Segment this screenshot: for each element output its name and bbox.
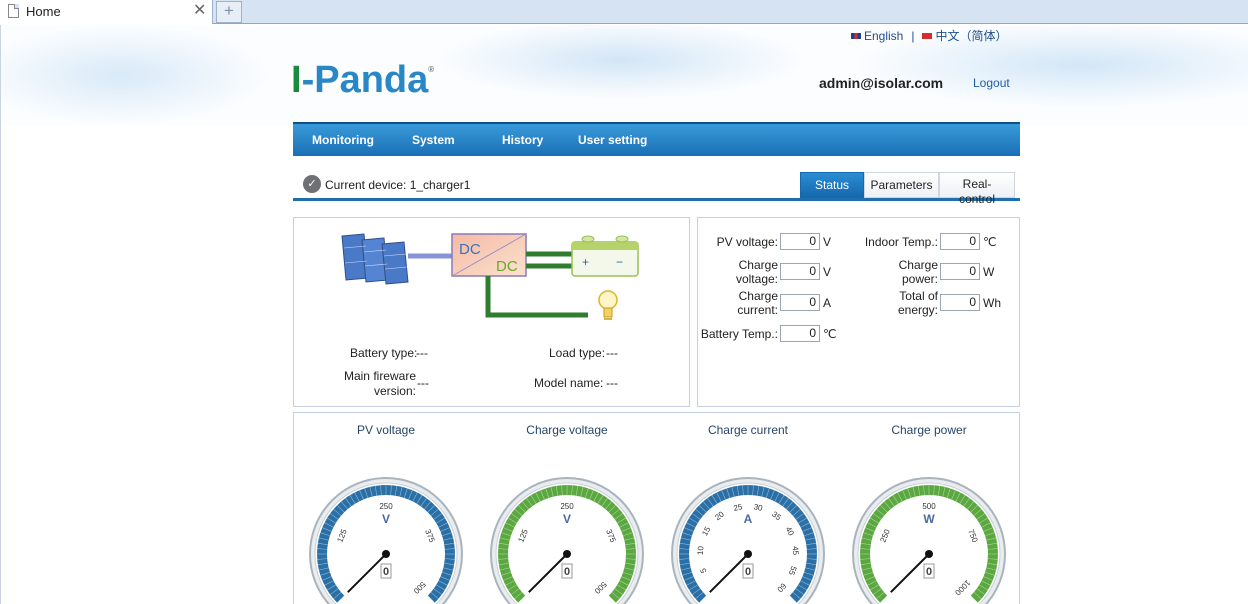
username: admin@isolar.com [819, 75, 944, 91]
pv-voltage-label: PV voltage: [716, 235, 778, 249]
light-bulb-icon [598, 290, 618, 320]
firmware-value: --- [417, 376, 429, 390]
gauge-unit: A [744, 512, 753, 526]
gauge-value: 0 [926, 566, 932, 578]
gauge-tick-label: 10 [696, 545, 706, 555]
charge-current-label: Charge current: [737, 289, 778, 317]
main-nav: Monitoring System History User setting [293, 122, 1020, 156]
charge-power-label: Charge power: [898, 258, 938, 286]
gauge-tick-label: 45 [791, 546, 801, 556]
page-icon [8, 4, 19, 18]
battery-type-label: Battery type: [350, 346, 418, 360]
charge-voltage-field: 0 [780, 263, 820, 280]
battery-temp-label: Battery Temp.: [700, 327, 778, 341]
language-switcher: English | 中文（简体） [851, 27, 1008, 44]
uk-flag-icon [851, 33, 861, 39]
ipanda-logo: I-Panda® [291, 59, 435, 101]
charge-voltage-unit: V [823, 265, 832, 279]
gauges: 125250375500V0125250375500V0 510152025 303… [309, 477, 1006, 604]
nav-history[interactable]: History [502, 133, 543, 147]
solar-panel-icon [341, 233, 409, 285]
gauge-charge-voltage: 125250375500V0 [490, 477, 644, 604]
pv-voltage-field: 0 [780, 233, 820, 250]
charge-current-unit: A [823, 296, 832, 310]
gauge-pv-voltage: 125250375500V0 [309, 477, 463, 604]
browser-tab-bar: Home ✕ + [0, 0, 1248, 24]
svg-text:DC: DC [496, 258, 518, 275]
device-bar: ✓ Current device: 1_charger1 Status Para… [293, 168, 1020, 206]
gauge-needle-hub [744, 550, 752, 558]
charge-voltage-label: Charge voltage: [735, 258, 778, 286]
total-energy-label: Total of energy: [897, 289, 938, 317]
gauge-needle-hub [925, 550, 933, 558]
new-tab-button[interactable]: + [216, 1, 242, 23]
system-flow-diagram: DC DC + − [341, 233, 639, 320]
browser-tab-home[interactable]: Home ✕ [0, 0, 213, 24]
gauge-value: 0 [745, 566, 751, 578]
indoor-temp-field: 0 [940, 233, 980, 250]
nav-monitoring[interactable]: Monitoring [312, 133, 374, 147]
tab-status[interactable]: Status [800, 172, 864, 198]
page: English | 中文（简体） I-Panda® admin@isolar.com… [0, 25, 1248, 604]
total-energy-unit: Wh [983, 296, 1001, 310]
battery-temp-unit: ℃ [823, 327, 837, 341]
firmware-label: Main fireware version: [343, 369, 416, 398]
gauge-unit: V [382, 512, 390, 526]
nav-system[interactable]: System [412, 133, 455, 147]
tab-title: Home [26, 4, 61, 19]
gauges-panel: PV voltage Charge voltage Charge current… [293, 412, 1020, 604]
indoor-temp-unit: ℃ [983, 235, 997, 249]
check-circle-icon: ✓ [303, 175, 321, 193]
gauge-charge-current: 510152025 303540455560A0 [671, 477, 825, 604]
charge-power-field: 0 [940, 263, 980, 280]
gauge-value: 0 [383, 566, 389, 578]
gauge-unit: W [923, 512, 935, 526]
tab-real-control[interactable]: Real-control [939, 172, 1015, 206]
current-device-label: Current device: 1_charger1 [325, 178, 471, 192]
svg-text:DC: DC [459, 241, 481, 258]
charge-power-unit: W [983, 265, 995, 279]
close-tab-icon[interactable]: ✕ [193, 2, 206, 20]
header-background [1, 25, 1248, 125]
gauge-needle-hub [382, 550, 390, 558]
pv-voltage-unit: V [823, 235, 832, 249]
battery-temp-field: 0 [780, 325, 820, 342]
gauge-tick-label: 250 [379, 502, 393, 511]
language-english-link[interactable]: English [864, 29, 903, 43]
system-diagram-panel: DC DC + − Battery type: --- Load type: -… [293, 217, 690, 407]
model-name-value: --- [606, 376, 618, 390]
charge-current-field: 0 [780, 294, 820, 311]
gauge-unit: V [563, 512, 571, 526]
language-separator: | [911, 29, 915, 43]
load-type-value: --- [606, 346, 618, 360]
svg-text:+: + [582, 255, 589, 269]
tab-parameters[interactable]: Parameters [864, 172, 939, 198]
indoor-temp-label: Indoor Temp.: [864, 235, 938, 249]
language-chinese-link[interactable]: 中文（简体） [935, 29, 1007, 43]
total-energy-field: 0 [940, 294, 980, 311]
readings-panel: PV voltage: 0 V Charge voltage: 0 V Char… [697, 217, 1020, 407]
dc-converter-icon: DC DC [451, 233, 527, 277]
load-type-label: Load type: [549, 346, 606, 360]
logout-link[interactable]: Logout [973, 76, 1010, 90]
china-flag-icon [922, 33, 933, 39]
gauge-charge-power: 2505007501000W0 [852, 477, 1006, 604]
gauge-tick-label: 500 [922, 502, 936, 511]
nav-user-setting[interactable]: User setting [578, 133, 647, 147]
model-name-label: Model name: [534, 376, 604, 390]
battery-icon: + − [571, 235, 639, 277]
battery-type-value: --- [416, 346, 428, 360]
gauge-value: 0 [564, 566, 570, 578]
gauge-tick-label: 250 [560, 502, 574, 511]
gauge-needle-hub [563, 550, 571, 558]
svg-text:−: − [616, 255, 623, 269]
